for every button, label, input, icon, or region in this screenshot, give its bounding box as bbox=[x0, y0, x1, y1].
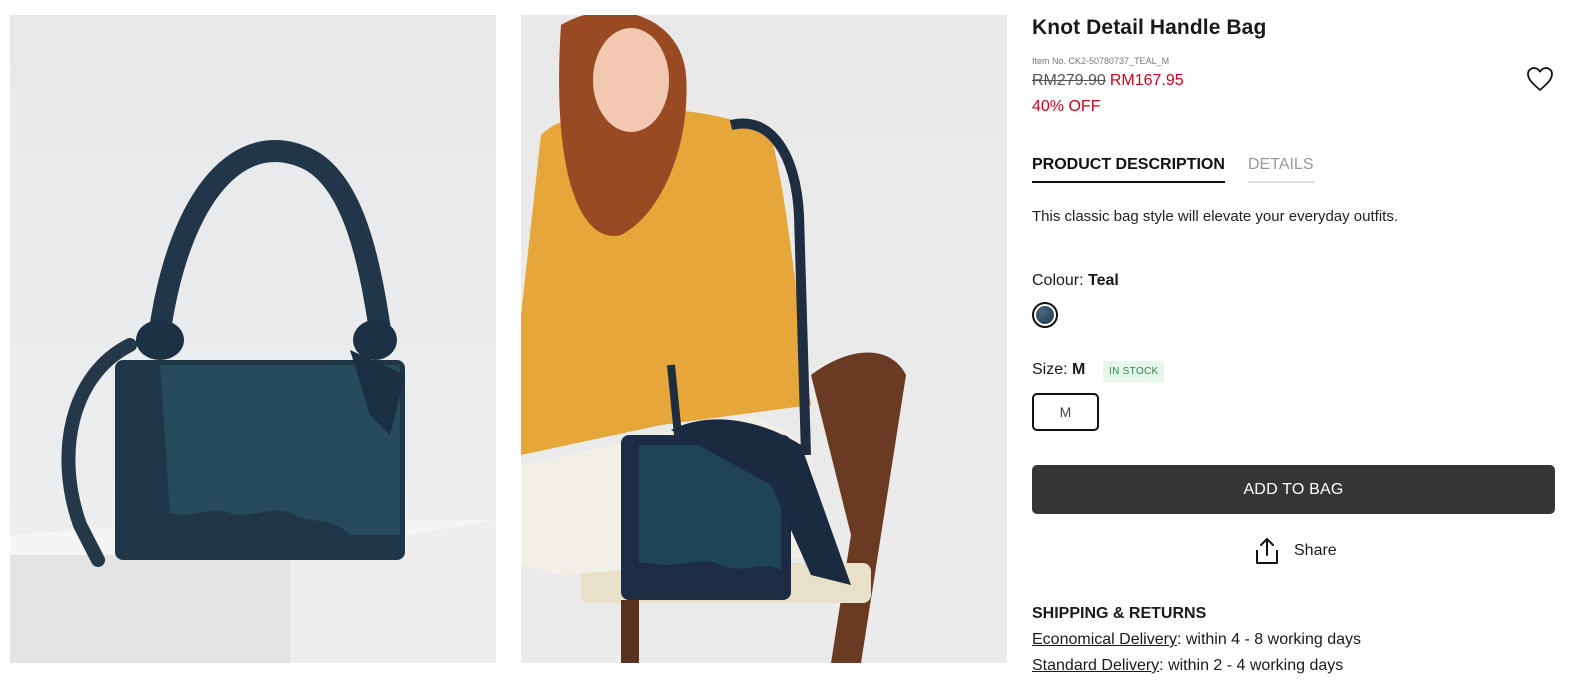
tab-details[interactable]: DETAILS bbox=[1248, 156, 1314, 183]
add-to-bag-button[interactable]: ADD TO BAG bbox=[1032, 465, 1555, 514]
wishlist-button[interactable] bbox=[1526, 66, 1554, 92]
stock-badge: IN STOCK bbox=[1103, 361, 1165, 382]
size-option-m[interactable]: M bbox=[1032, 393, 1099, 431]
share-icon bbox=[1256, 538, 1278, 564]
model-photo bbox=[521, 15, 906, 663]
share-label: Share bbox=[1294, 542, 1337, 559]
bag-photo bbox=[10, 140, 496, 663]
economical-delivery-link[interactable]: Economical Delivery bbox=[1032, 631, 1177, 648]
item-number: Item No. CK2-50780737_TEAL_M bbox=[1032, 56, 1170, 66]
product-description-text: This classic bag style will elevate your… bbox=[1032, 208, 1398, 225]
shipping-returns-heading: SHIPPING & RETURNS bbox=[1032, 605, 1207, 622]
discount-label: 40% OFF bbox=[1032, 98, 1101, 115]
economical-delivery-text: : within 4 - 8 working days bbox=[1176, 631, 1362, 648]
share-button[interactable]: Share bbox=[1254, 537, 1337, 565]
size-label: Size: M bbox=[1032, 361, 1085, 379]
size-label-text: Size: bbox=[1032, 361, 1068, 378]
sale-price: RM167.95 bbox=[1109, 72, 1184, 89]
product-title: Knot Detail Handle Bag bbox=[1032, 16, 1267, 39]
heart-icon bbox=[1527, 67, 1553, 91]
standard-delivery-link[interactable]: Standard Delivery bbox=[1032, 657, 1159, 674]
original-price: RM279.90 bbox=[1032, 72, 1106, 89]
colour-value: Teal bbox=[1088, 272, 1119, 289]
standard-delivery-text: : within 2 - 4 working days bbox=[1159, 657, 1344, 674]
product-image-main[interactable] bbox=[10, 15, 496, 663]
product-info-panel: Knot Detail Handle Bag Item No. CK2-5078… bbox=[1032, 0, 1558, 690]
swatch-fill bbox=[1036, 306, 1054, 324]
colour-swatch-teal[interactable] bbox=[1032, 302, 1058, 328]
size-value: M bbox=[1072, 361, 1086, 378]
shipping-line-standard: Standard Delivery: within 2 - 4 working … bbox=[1032, 657, 1343, 675]
price-row: RM279.90 RM167.95 bbox=[1032, 72, 1184, 90]
product-image-model[interactable] bbox=[521, 15, 1007, 663]
colour-label-text: Colour: bbox=[1032, 272, 1084, 289]
colour-label: Colour: Teal bbox=[1032, 272, 1119, 290]
tab-product-description[interactable]: PRODUCT DESCRIPTION bbox=[1032, 156, 1225, 183]
shipping-line-economical: Economical Delivery: within 4 - 8 workin… bbox=[1032, 631, 1361, 649]
